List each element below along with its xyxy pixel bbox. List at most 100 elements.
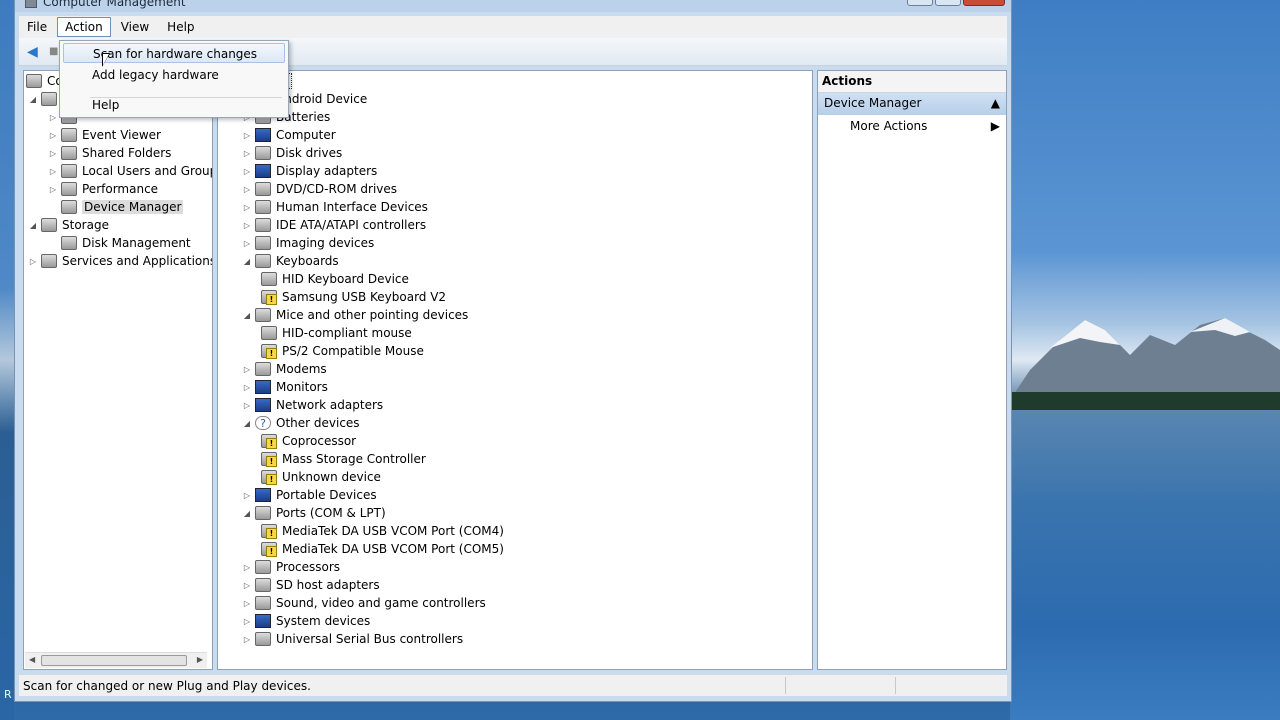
- dvd-drive-icon: [255, 182, 271, 196]
- close-button[interactable]: [963, 0, 1005, 6]
- expand-icon[interactable]: ▷: [242, 491, 252, 500]
- device-item[interactable]: Mass Storage Controller: [261, 450, 426, 468]
- expand-icon[interactable]: ▷: [242, 635, 252, 644]
- back-arrow-icon[interactable]: ◀: [27, 44, 38, 60]
- menu-action[interactable]: Action: [57, 17, 111, 37]
- horizontal-scrollbar[interactable]: ◀ ▶: [25, 652, 207, 668]
- expand-icon[interactable]: ▷: [242, 221, 252, 230]
- device-item[interactable]: PS/2 Compatible Mouse: [261, 342, 424, 360]
- tree-line: [1010, 392, 1280, 410]
- device-category[interactable]: ▷ System devices: [242, 612, 370, 630]
- portable-device-icon: [255, 488, 271, 502]
- collapse-icon[interactable]: ◢: [242, 311, 252, 320]
- device-item[interactable]: Coprocessor: [261, 432, 356, 450]
- expand-icon[interactable]: ▷: [242, 401, 252, 410]
- menu-help[interactable]: Help: [159, 17, 202, 37]
- device-category[interactable]: ▷ Network adapters: [242, 396, 383, 414]
- scrollbar-thumb[interactable]: [41, 655, 187, 666]
- collapse-icon[interactable]: ◢: [28, 95, 38, 104]
- tree-item-services[interactable]: ▷ Services and Applications: [28, 252, 212, 270]
- expand-icon[interactable]: ▷: [242, 563, 252, 572]
- device-category[interactable]: ▷ IDE ATA/ATAPI controllers: [242, 216, 426, 234]
- expand-icon[interactable]: ▷: [242, 167, 252, 176]
- tree-item-storage[interactable]: ◢ Storage: [28, 216, 109, 234]
- device-category[interactable]: ▷ Portable Devices: [242, 486, 377, 504]
- desktop-wallpaper: [1010, 0, 1280, 720]
- keyboard-icon: [255, 254, 271, 268]
- menu-item-scan-hardware[interactable]: Scan for hardware changes: [63, 43, 285, 63]
- collapse-icon[interactable]: ◢: [28, 221, 38, 230]
- device-item[interactable]: HID-compliant mouse: [261, 324, 412, 342]
- device-label: Mass Storage Controller: [282, 452, 426, 466]
- actions-section-device-manager[interactable]: Device Manager ▲: [818, 93, 1006, 115]
- device-category[interactable]: ▷ Computer: [242, 126, 336, 144]
- menu-item-help[interactable]: Help: [63, 95, 285, 115]
- more-actions-item[interactable]: More Actions ▶: [818, 115, 1006, 137]
- menu-item-add-legacy-hardware[interactable]: Add legacy hardware: [63, 65, 285, 85]
- actions-section-label: Device Manager: [824, 96, 922, 110]
- device-item[interactable]: Unknown device: [261, 468, 381, 486]
- keyboard-warning-icon: [261, 290, 277, 305]
- device-category[interactable]: ◢? Other devices: [242, 414, 360, 432]
- device-item[interactable]: MediaTek DA USB VCOM Port (COM4): [261, 522, 504, 540]
- tree-item-device-manager[interactable]: Device Manager: [61, 198, 184, 216]
- expand-icon[interactable]: ▷: [242, 131, 252, 140]
- maximize-button[interactable]: [935, 0, 961, 6]
- expand-icon[interactable]: ▷: [242, 239, 252, 248]
- scroll-right-icon[interactable]: ▶: [197, 655, 203, 664]
- tree-item-label: Storage: [62, 218, 109, 232]
- tree-item-event-viewer[interactable]: ▷ Event Viewer: [48, 126, 161, 144]
- scroll-left-icon[interactable]: ◀: [29, 655, 35, 664]
- expand-icon[interactable]: ▷: [48, 185, 58, 194]
- collapse-icon[interactable]: ◢: [242, 419, 252, 428]
- device-item[interactable]: HID Keyboard Device: [261, 270, 409, 288]
- device-category[interactable]: ▷ Human Interface Devices: [242, 198, 428, 216]
- device-category[interactable]: ▷ Monitors: [242, 378, 328, 396]
- device-category[interactable]: ◢ Mice and other pointing devices: [242, 306, 468, 324]
- device-category[interactable]: ▷ Display adapters: [242, 162, 377, 180]
- expand-icon[interactable]: ▷: [242, 185, 252, 194]
- expand-icon[interactable]: ▷: [242, 617, 252, 626]
- tree-item-label: Device Manager: [82, 200, 184, 214]
- tree-item-local-users[interactable]: ▷ Local Users and Groups: [48, 162, 212, 180]
- device-label: DVD/CD-ROM drives: [276, 182, 398, 196]
- menu-file[interactable]: File: [19, 17, 55, 37]
- device-category[interactable]: ◢ Ports (COM & LPT): [242, 504, 386, 522]
- expand-icon[interactable]: ▷: [242, 599, 252, 608]
- device-category[interactable]: ▷ Processors: [242, 558, 340, 576]
- expand-icon[interactable]: ▷: [242, 581, 252, 590]
- device-category[interactable]: ▷ Sound, video and game controllers: [242, 594, 486, 612]
- tree-item-performance[interactable]: ▷ Performance: [48, 180, 158, 198]
- expand-icon[interactable]: ▷: [242, 203, 252, 212]
- device-category[interactable]: ▷ Modems: [242, 360, 327, 378]
- expand-icon[interactable]: ▷: [48, 149, 58, 158]
- device-item[interactable]: MediaTek DA USB VCOM Port (COM5): [261, 540, 504, 558]
- device-category[interactable]: ▷ Imaging devices: [242, 234, 374, 252]
- collapse-up-icon[interactable]: ▲: [991, 96, 1000, 112]
- network-adapter-icon: [255, 398, 271, 412]
- device-category[interactable]: ▷ DVD/CD-ROM drives: [242, 180, 397, 198]
- device-category[interactable]: ▷ SD host adapters: [242, 576, 380, 594]
- tree-root[interactable]: Co: [26, 72, 63, 90]
- device-category[interactable]: ◢ Keyboards: [242, 252, 339, 270]
- expand-icon[interactable]: ▷: [242, 365, 252, 374]
- collapse-icon[interactable]: ◢: [242, 257, 252, 266]
- expand-icon[interactable]: ▷: [48, 113, 58, 122]
- tree-item-shared-folders[interactable]: ▷ Shared Folders: [48, 144, 171, 162]
- title-bar[interactable]: Computer Management: [15, 0, 1011, 12]
- toolbar-button-icon[interactable]: ■: [49, 46, 58, 57]
- expand-icon[interactable]: ▷: [242, 149, 252, 158]
- collapse-icon[interactable]: ◢: [242, 509, 252, 518]
- device-item[interactable]: Samsung USB Keyboard V2: [261, 288, 446, 306]
- device-category[interactable]: ▷ Disk drives: [242, 144, 342, 162]
- device-category[interactable]: ▷ Universal Serial Bus controllers: [242, 630, 463, 648]
- mouse-icon: [255, 308, 271, 322]
- expand-icon[interactable]: ▷: [242, 383, 252, 392]
- expand-icon[interactable]: ▷: [48, 131, 58, 140]
- expand-icon[interactable]: ▷: [28, 257, 38, 266]
- expand-icon[interactable]: ▷: [48, 167, 58, 176]
- minimize-button[interactable]: [907, 0, 933, 6]
- menu-view[interactable]: View: [113, 17, 157, 37]
- tree-item-disk-management[interactable]: Disk Management: [61, 234, 191, 252]
- tree-system-tools[interactable]: ◢: [28, 90, 62, 108]
